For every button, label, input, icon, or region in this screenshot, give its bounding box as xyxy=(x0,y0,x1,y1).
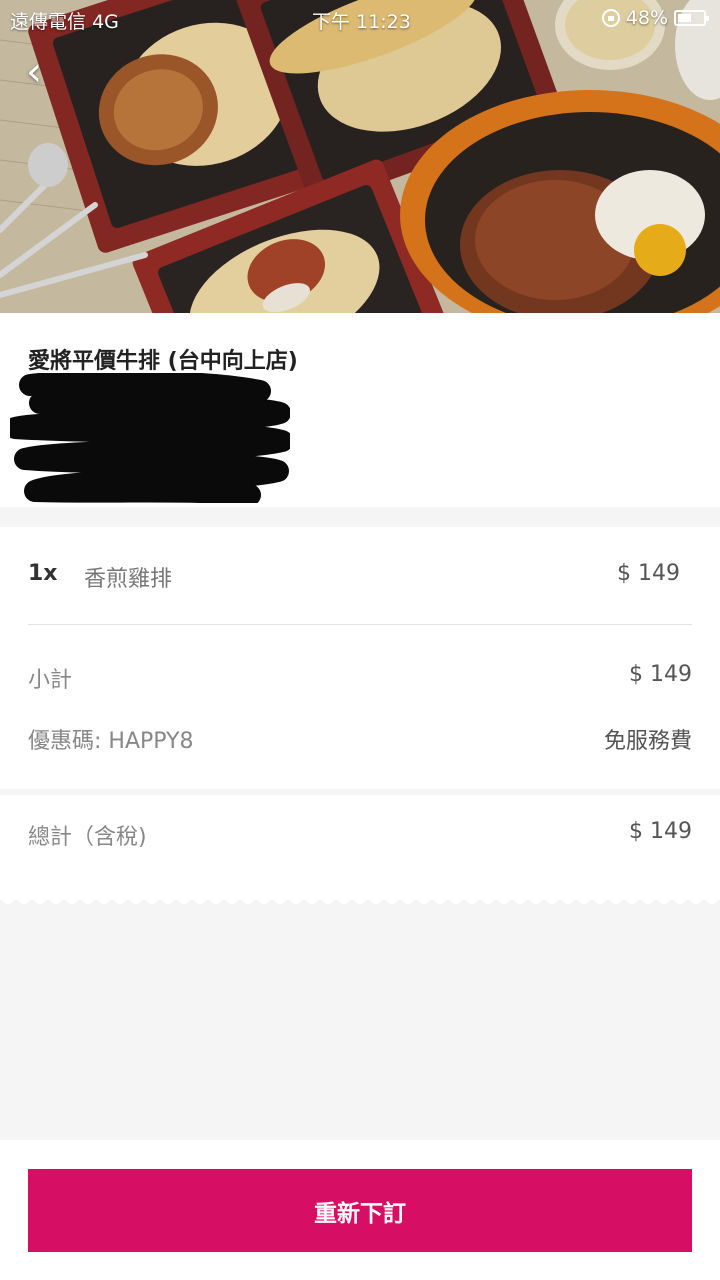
order-items-section: 1x 香煎雞排 $ 149 小計 $ 149 優惠碼: HAPPY8 免服務費 xyxy=(0,527,720,789)
subtotal-label: 小計 xyxy=(28,668,73,693)
battery-percent: 48% xyxy=(625,7,668,29)
promo-value: 免服務費 xyxy=(603,729,692,754)
item-name: 香煎雞排 xyxy=(84,567,173,592)
orientation-lock-icon xyxy=(601,9,620,27)
redacted-address xyxy=(10,373,290,503)
total-row: 總計（含稅) $ 149 xyxy=(28,819,692,851)
item-price: $ 149 xyxy=(617,561,680,586)
status-right: 48% xyxy=(601,7,709,29)
restaurant-info: 愛將平價牛排 (台中向上店) xyxy=(0,313,720,507)
status-time: 下午 11:23 xyxy=(312,11,411,33)
chevron-left-icon: ‹ xyxy=(26,49,42,95)
subtotal-row: 小計 $ 149 xyxy=(28,662,692,694)
subtotal-value: $ 149 xyxy=(629,662,692,687)
promo-label: 優惠碼: HAPPY8 xyxy=(28,729,194,754)
total-label: 總計（含稅) xyxy=(28,825,147,850)
carrier-label: 遠傳電信 4G xyxy=(10,7,119,34)
network-type: 4G xyxy=(92,11,119,33)
total-section: 總計（含稅) $ 149 xyxy=(0,795,720,895)
divider xyxy=(28,624,692,625)
restaurant-hero-image: 遠傳電信 4G 下午 11:23 48% ‹ xyxy=(0,0,720,313)
reorder-button[interactable]: 重新下訂 xyxy=(28,1169,692,1252)
bottom-action-bar: 重新下訂 xyxy=(0,1140,720,1280)
status-bar: 遠傳電信 4G 下午 11:23 48% xyxy=(0,0,720,38)
carrier-name: 遠傳電信 xyxy=(10,11,87,33)
back-button[interactable]: ‹ xyxy=(26,52,58,94)
receipt-zigzag-edge xyxy=(0,893,720,905)
promo-row: 優惠碼: HAPPY8 免服務費 xyxy=(28,723,692,755)
battery-icon xyxy=(674,10,709,26)
restaurant-name: 愛將平價牛排 (台中向上店) xyxy=(28,349,298,374)
item-quantity: 1x xyxy=(28,561,58,586)
food-photo xyxy=(0,0,720,313)
total-value: $ 149 xyxy=(629,819,692,844)
